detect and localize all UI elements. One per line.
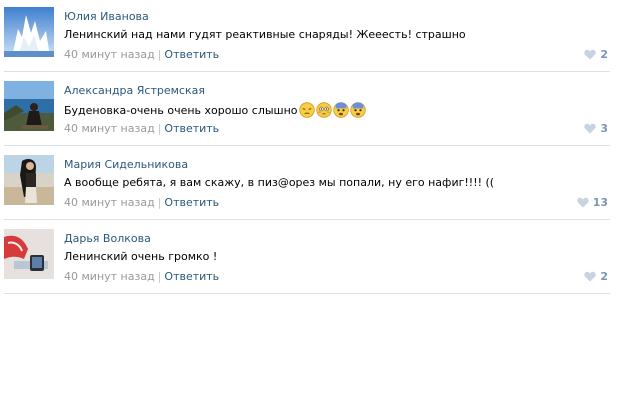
comment-item: Юлия Иванова Ленинский над нами гудят ре… [0, 0, 640, 74]
divider [4, 145, 610, 146]
like-count: 3 [600, 122, 608, 135]
comment-time[interactable]: 40 минут назад [64, 196, 155, 209]
comment-text: Ленинский над нами гудят реактивные снар… [64, 28, 466, 41]
meta-separator: | [157, 122, 162, 135]
comment-meta: 40 минут назад | Ответить [64, 48, 219, 61]
reply-link[interactable]: Ответить [164, 122, 219, 135]
comment-text: Буденовка-очень очень хорошо слышно [64, 102, 366, 118]
avatar[interactable] [4, 81, 54, 131]
comment-author[interactable]: Юлия Иванова [64, 10, 149, 23]
comment-author[interactable]: Дарья Волкова [64, 232, 151, 245]
avatar[interactable] [4, 7, 54, 57]
meta-separator: | [157, 48, 162, 61]
comment-item: Мария Сидельникова А вообще ребята, я ва… [0, 148, 640, 222]
pensive-face-icon [298, 102, 315, 118]
heart-icon [584, 271, 596, 282]
emoji-group [298, 102, 366, 118]
like-button[interactable]: 3 [584, 122, 608, 135]
meta-separator: | [157, 270, 162, 283]
comment-text-content: А вообще ребята, я вам скажу, в пиз@орез… [64, 176, 495, 189]
fearful-face-icon [349, 102, 366, 118]
heart-icon [584, 123, 596, 134]
comment-time[interactable]: 40 минут назад [64, 48, 155, 61]
divider [4, 293, 610, 294]
reply-link[interactable]: Ответить [164, 270, 219, 283]
like-button[interactable]: 2 [584, 48, 608, 61]
heart-icon [584, 49, 596, 60]
divider [4, 71, 610, 72]
flushed-face-icon [315, 102, 332, 118]
comment-time[interactable]: 40 минут назад [64, 122, 155, 135]
reply-link[interactable]: Ответить [164, 48, 219, 61]
comment-meta: 40 минут назад | Ответить [64, 270, 219, 283]
comment-meta: 40 минут назад | Ответить [64, 122, 219, 135]
comment-text-content: Ленинский очень громко ! [64, 250, 218, 263]
avatar-image [4, 229, 54, 279]
comment-time[interactable]: 40 минут назад [64, 270, 155, 283]
avatar[interactable] [4, 155, 54, 205]
comment-text: Ленинский очень громко ! [64, 250, 217, 263]
comment-text-content: Буденовка-очень очень хорошо слышно [64, 103, 298, 117]
comment-text-content: Ленинский над нами гудят реактивные снар… [64, 28, 466, 41]
comment-item: Дарья Волкова Ленинский очень громко ! 4… [0, 222, 640, 296]
fearful-face-icon [332, 102, 349, 118]
meta-separator: | [157, 196, 162, 209]
avatar[interactable] [4, 229, 54, 279]
comment-text: А вообще ребята, я вам скажу, в пиз@орез… [64, 176, 494, 189]
avatar-image [4, 7, 54, 57]
divider [4, 219, 610, 220]
avatar-image [4, 155, 54, 205]
comment-author[interactable]: Александра Ястремская [64, 84, 205, 97]
like-button[interactable]: 13 [577, 196, 608, 209]
comment-item: Александра Ястремская Буденовка-очень оч… [0, 74, 640, 148]
like-count: 2 [600, 270, 608, 283]
comment-author[interactable]: Мария Сидельникова [64, 158, 188, 171]
heart-icon [577, 197, 589, 208]
comment-meta: 40 минут назад | Ответить [64, 196, 219, 209]
like-button[interactable]: 2 [584, 270, 608, 283]
avatar-image [4, 81, 54, 131]
reply-link[interactable]: Ответить [164, 196, 219, 209]
like-count: 13 [592, 196, 608, 209]
like-count: 2 [600, 48, 608, 61]
